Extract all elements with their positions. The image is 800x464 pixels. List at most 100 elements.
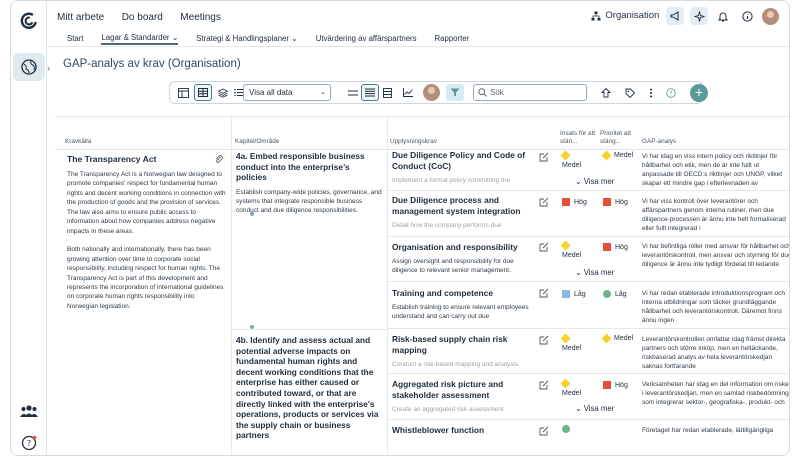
rail-item-users[interactable] (13, 397, 45, 425)
expanded-density-button[interactable] (378, 84, 396, 101)
export-button[interactable] (597, 84, 615, 101)
requirement-row[interactable]: Due Diligence Policy and Code of Conduct… (392, 150, 538, 185)
tab-strategi[interactable]: Strategi & Handlingsplaner ⌄ (196, 34, 297, 43)
requirement-row[interactable]: Training and competence Establish traini… (392, 288, 538, 321)
page-title: GAP-analys av krav (Organisation) (63, 58, 241, 70)
priority-label: Låg (615, 290, 627, 298)
requirement-title: Due Diligence process and management sys… (392, 195, 521, 216)
chart-view-button[interactable] (399, 84, 417, 101)
row-divider (388, 236, 789, 237)
tab-utvardering[interactable]: Utvärdering av affärspartners (316, 34, 417, 43)
col-header-chapter[interactable]: Kapitel/Område (235, 117, 385, 149)
megaphone-icon (670, 11, 678, 21)
priority-level[interactable]: Medel (601, 333, 633, 344)
col-header-priority[interactable]: Prioritet att stäng... (600, 117, 636, 149)
organisation-dropdown[interactable]: Organisation ⌄ (591, 10, 671, 21)
filter-button[interactable] (446, 84, 464, 101)
col-divider (231, 117, 232, 455)
app-logo-icon[interactable] (19, 11, 39, 31)
info-icon (741, 10, 753, 22)
edit-icon[interactable] (539, 242, 549, 252)
requirement-row[interactable]: Whistleblower function (392, 425, 538, 436)
edit-icon[interactable] (539, 335, 549, 345)
tab-start[interactable]: Start (67, 34, 83, 43)
users-icon (20, 405, 38, 417)
paperclip-icon[interactable] (215, 155, 223, 164)
chapter-description: Establish company-wide policies, governa… (236, 188, 382, 215)
effort-level[interactable]: Medel (560, 240, 581, 259)
show-more-link[interactable]: ⌄ Visa mer (575, 268, 614, 277)
edit-icon[interactable] (539, 380, 549, 390)
source-title[interactable]: The Transparency Act (67, 154, 156, 164)
gap-analysis-text: Vi har idag en viss intern policy och ri… (642, 153, 783, 188)
rail-expand-chevron-icon[interactable]: › (47, 63, 50, 73)
assignee-filter-avatar[interactable] (423, 84, 440, 101)
edit-icon[interactable] (539, 288, 549, 298)
data-filter-select[interactable]: Visa all data ⌄ (243, 84, 331, 101)
effort-level[interactable]: Medel (560, 150, 581, 169)
show-more-link[interactable]: ⌄ Visa mer (575, 177, 614, 186)
priority-level[interactable]: Låg (603, 290, 627, 298)
effort-label: Medel (562, 345, 582, 352)
help-tooltip-button[interactable]: ? (662, 84, 680, 101)
chapter-4b[interactable]: 4b. Identify and assess actual and poten… (236, 335, 382, 441)
normal-density-button[interactable] (361, 84, 379, 101)
chapter-4a[interactable]: 4a. Embed responsible business conduct i… (236, 151, 382, 215)
show-more-label: Visa mer (583, 177, 615, 186)
table-view-button[interactable] (194, 84, 212, 101)
effort-level[interactable] (562, 425, 574, 433)
nav-do-board[interactable]: Do board (122, 12, 163, 23)
col-divider (387, 117, 388, 455)
requirement-row[interactable]: Risk-based supply chain risk mapping Con… (392, 334, 538, 369)
gap-analysis-text: Leverantörskontrollen omfattar idag främ… (642, 336, 786, 371)
medel-marker (560, 150, 571, 161)
sparkle-icon (693, 10, 705, 22)
row-divider (388, 190, 789, 191)
effort-level[interactable]: Medel (560, 378, 582, 397)
priority-level[interactable]: Hög (603, 243, 628, 251)
effort-level[interactable]: Medel (560, 333, 582, 352)
ai-sparkle-button[interactable] (690, 7, 708, 25)
compact-density-button[interactable] (344, 84, 362, 101)
row-divider (388, 419, 789, 420)
requirement-row[interactable]: Due Diligence process and management sys… (392, 195, 538, 230)
notifications-button[interactable] (714, 7, 732, 25)
show-more-link[interactable]: ⌄ Visa mer (575, 404, 614, 413)
info-button[interactable] (738, 7, 756, 25)
rows-expanded-icon (382, 87, 392, 98)
nav-meetings[interactable]: Meetings (180, 12, 221, 23)
org-tree-icon (591, 11, 601, 20)
col-header-requirement[interactable]: Upplysningskrav (390, 117, 540, 149)
nav-mitt-arbete[interactable]: Mitt arbete (57, 12, 104, 23)
col-header-gap[interactable]: GAP-analys (642, 117, 782, 149)
tag-button[interactable] (621, 84, 639, 101)
priority-level[interactable]: Medel (601, 150, 633, 161)
view-toggle-button[interactable] (174, 84, 192, 101)
svg-text:?: ? (669, 90, 672, 97)
rail-item-analysis[interactable] (13, 53, 45, 81)
priority-level[interactable]: Hög (603, 381, 628, 389)
tab-lagar-standarder[interactable]: Lagar & Standarder ⌄ (101, 33, 179, 45)
requirement-row[interactable]: Organisation and responsibility Assign o… (392, 242, 538, 275)
col-header-source[interactable]: Kravkälla (55, 117, 225, 149)
col-header-effort[interactable]: Insats för att stän... (560, 117, 596, 149)
user-avatar[interactable] (762, 7, 779, 25)
search-input[interactable]: Sök (473, 84, 587, 101)
gap-analysis-text: Verksamheten har idag en del information… (642, 381, 790, 407)
megaphone-button[interactable] (666, 7, 684, 25)
add-button[interactable]: + (690, 84, 708, 102)
chevron-down-icon: ⌄ (320, 89, 326, 96)
edit-icon[interactable] (539, 197, 549, 207)
edit-icon[interactable] (539, 152, 549, 162)
effort-level[interactable]: Låg (562, 290, 586, 298)
effort-label: Medel (562, 390, 582, 397)
priority-level[interactable]: Hög (603, 198, 628, 206)
more-options-button[interactable] (642, 84, 660, 101)
effort-level[interactable]: Hög (562, 198, 587, 206)
tab-rapporter[interactable]: Rapporter (435, 34, 470, 43)
row-divider (388, 328, 789, 329)
top-icons (666, 7, 779, 25)
rail-item-help[interactable]: ? (13, 429, 45, 455)
edit-icon[interactable] (539, 426, 549, 436)
requirement-row[interactable]: Aggregated risk picture and stakeholder … (392, 379, 538, 414)
